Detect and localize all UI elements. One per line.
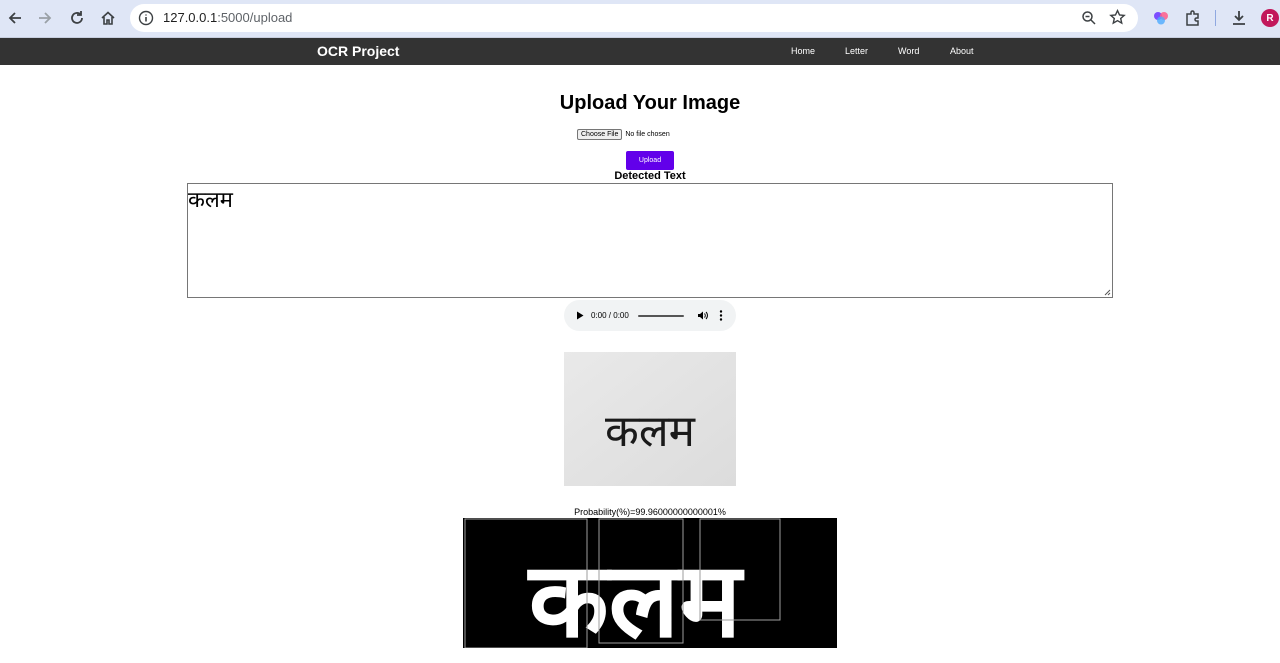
home-icon[interactable] bbox=[96, 7, 120, 29]
url-text[interactable]: 127.0.0.1:5000/upload bbox=[163, 10, 292, 25]
address-bar[interactable]: 127.0.0.1:5000/upload bbox=[130, 4, 1138, 32]
extensions-puzzle-icon[interactable] bbox=[1184, 9, 1202, 27]
bookmark-star-icon[interactable] bbox=[1109, 9, 1126, 26]
more-options-icon[interactable] bbox=[719, 310, 723, 321]
brand-title[interactable]: OCR Project bbox=[317, 43, 399, 59]
download-icon[interactable] bbox=[1230, 9, 1248, 27]
segmented-text: कलम bbox=[527, 539, 745, 648]
play-icon[interactable] bbox=[576, 311, 584, 320]
file-input[interactable]: Choose File No file chosen bbox=[577, 128, 670, 140]
nav-link-home[interactable]: Home bbox=[791, 46, 815, 56]
page-title: Upload Your Image bbox=[559, 92, 741, 114]
audio-time: 0:00 / 0:00 bbox=[591, 311, 629, 320]
choose-file-button[interactable]: Choose File bbox=[577, 128, 623, 140]
upload-button[interactable]: Upload bbox=[626, 151, 674, 170]
profile-avatar[interactable]: R bbox=[1261, 9, 1279, 27]
handwriting-photo: कलम bbox=[564, 352, 736, 486]
nav-link-letter[interactable]: Letter bbox=[845, 46, 868, 56]
browser-toolbar: 127.0.0.1:5000/upload R bbox=[0, 0, 1280, 38]
audio-player[interactable]: 0:00 / 0:00 bbox=[564, 300, 736, 331]
detected-text-area[interactable]: कलम bbox=[187, 183, 1113, 298]
detected-text-heading: Detected Text bbox=[614, 170, 686, 182]
detected-text-value: कलम bbox=[188, 188, 233, 213]
toolbar-divider bbox=[1215, 10, 1216, 26]
nav-link-about[interactable]: About bbox=[950, 46, 974, 56]
zoom-icon[interactable] bbox=[1081, 10, 1097, 26]
segmented-image: कलम bbox=[463, 518, 837, 648]
photo-text: कलम bbox=[605, 406, 696, 457]
resize-grip-icon[interactable] bbox=[1103, 288, 1111, 296]
gemini-extension-icon[interactable] bbox=[1152, 9, 1170, 27]
uploaded-image: कलम bbox=[564, 352, 736, 486]
audio-progress-slider[interactable] bbox=[638, 315, 684, 317]
site-info-icon[interactable] bbox=[138, 10, 154, 26]
forward-icon[interactable] bbox=[33, 7, 57, 29]
probability-text: Probability(%)=99.96000000000001% bbox=[574, 507, 726, 517]
site-navbar: OCR Project Home Letter Word About bbox=[0, 38, 1280, 65]
nav-link-word[interactable]: Word bbox=[898, 46, 919, 56]
segmented-canvas: कलम bbox=[463, 518, 837, 648]
volume-icon[interactable] bbox=[697, 310, 708, 321]
reload-icon[interactable] bbox=[65, 7, 89, 29]
file-status-text: No file chosen bbox=[625, 130, 670, 138]
back-icon[interactable] bbox=[3, 7, 27, 29]
